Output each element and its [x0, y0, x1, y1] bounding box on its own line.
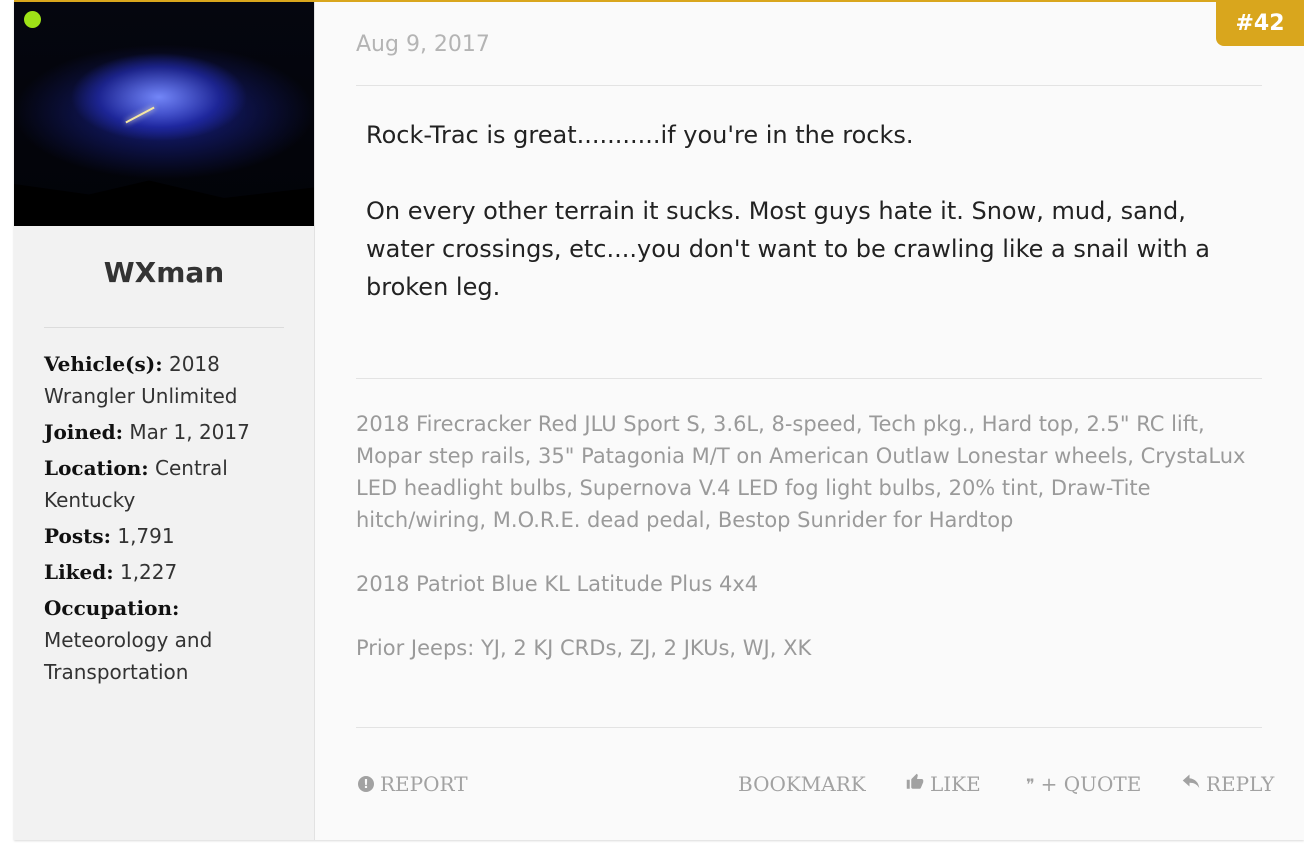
message-paragraph: Rock-Trac is great...........if you're i… — [366, 121, 914, 149]
reply-arrow-icon — [1182, 774, 1200, 794]
info-label: Occupation: — [44, 596, 180, 620]
user-divider — [44, 327, 284, 328]
signature-divider — [356, 378, 1262, 379]
user-avatar[interactable] — [14, 2, 314, 226]
user-info-vehicles: Vehicle(s): 2018 Wrangler Unlimited — [44, 348, 284, 412]
online-status-dot — [24, 11, 41, 28]
header-divider — [356, 85, 1262, 86]
post-content: Aug 9, 2017 #42 Rock-Trac is great......… — [356, 0, 1304, 840]
user-info-occupation: Occupation: Meteorology and Transportati… — [44, 592, 284, 688]
user-info-joined: Joined: Mar 1, 2017 — [44, 416, 284, 448]
info-label: Joined: — [44, 420, 124, 444]
report-button[interactable]: ! REPORT — [358, 772, 468, 796]
message-paragraph: On every other terrain it sucks. Most gu… — [366, 197, 1210, 301]
post-number-badge[interactable]: #42 — [1216, 0, 1304, 46]
reply-button[interactable]: REPLY — [1182, 772, 1274, 796]
forum-post: WXman Vehicle(s): 2018 Wrangler Unlimite… — [14, 0, 1304, 840]
like-button[interactable]: LIKE — [906, 772, 981, 796]
info-label: Vehicle(s): — [44, 352, 163, 376]
post-actions: ! REPORT BOOKMARK LIKE ❞ + QUOTE REPLY — [356, 772, 1274, 802]
info-label: Posts: — [44, 524, 111, 548]
info-value: Meteorology and Transportation — [44, 628, 213, 684]
thumbs-up-icon — [906, 773, 924, 795]
signature-line: Prior Jeeps: YJ, 2 KJ CRDs, ZJ, 2 JKUs, … — [356, 636, 812, 660]
reply-label: REPLY — [1206, 772, 1275, 796]
post-signature: 2018 Firecracker Red JLU Sport S, 3.6L, … — [356, 408, 1246, 696]
actions-divider — [356, 727, 1262, 728]
user-info-location: Location: Central Kentucky — [44, 452, 284, 516]
exclamation-circle-icon: ! — [358, 776, 374, 792]
post-date[interactable]: Aug 9, 2017 — [356, 32, 490, 57]
user-info-liked: Liked: 1,227 — [44, 556, 284, 588]
info-label: Location: — [44, 456, 149, 480]
signature-line: 2018 Patriot Blue KL Latitude Plus 4x4 — [356, 572, 759, 596]
lightning-bolt-graphic — [125, 106, 155, 124]
like-label: LIKE — [930, 772, 981, 796]
info-label: Liked: — [44, 560, 114, 584]
signature-line: 2018 Firecracker Red JLU Sport S, 3.6L, … — [356, 412, 1246, 532]
user-info-posts: Posts: 1,791 — [44, 520, 284, 552]
bookmark-label: BOOKMARK — [738, 772, 866, 796]
info-value: Mar 1, 2017 — [129, 420, 250, 444]
user-info-list: Vehicle(s): 2018 Wrangler Unlimited Join… — [44, 348, 284, 692]
info-value: 1,227 — [119, 560, 178, 584]
avatar-silhouette — [14, 180, 314, 226]
bookmark-button[interactable]: BOOKMARK — [738, 772, 866, 796]
quote-icon: ❞ — [1026, 774, 1035, 794]
username[interactable]: WXman — [14, 256, 314, 289]
post-message: Rock-Trac is great...........if you're i… — [366, 116, 1256, 344]
quote-label: + QUOTE — [1040, 772, 1142, 796]
user-sidebar: WXman Vehicle(s): 2018 Wrangler Unlimite… — [14, 2, 315, 840]
report-label: REPORT — [380, 772, 468, 796]
quote-button[interactable]: ❞ + QUOTE — [1026, 772, 1141, 796]
info-value: 1,791 — [117, 524, 175, 548]
